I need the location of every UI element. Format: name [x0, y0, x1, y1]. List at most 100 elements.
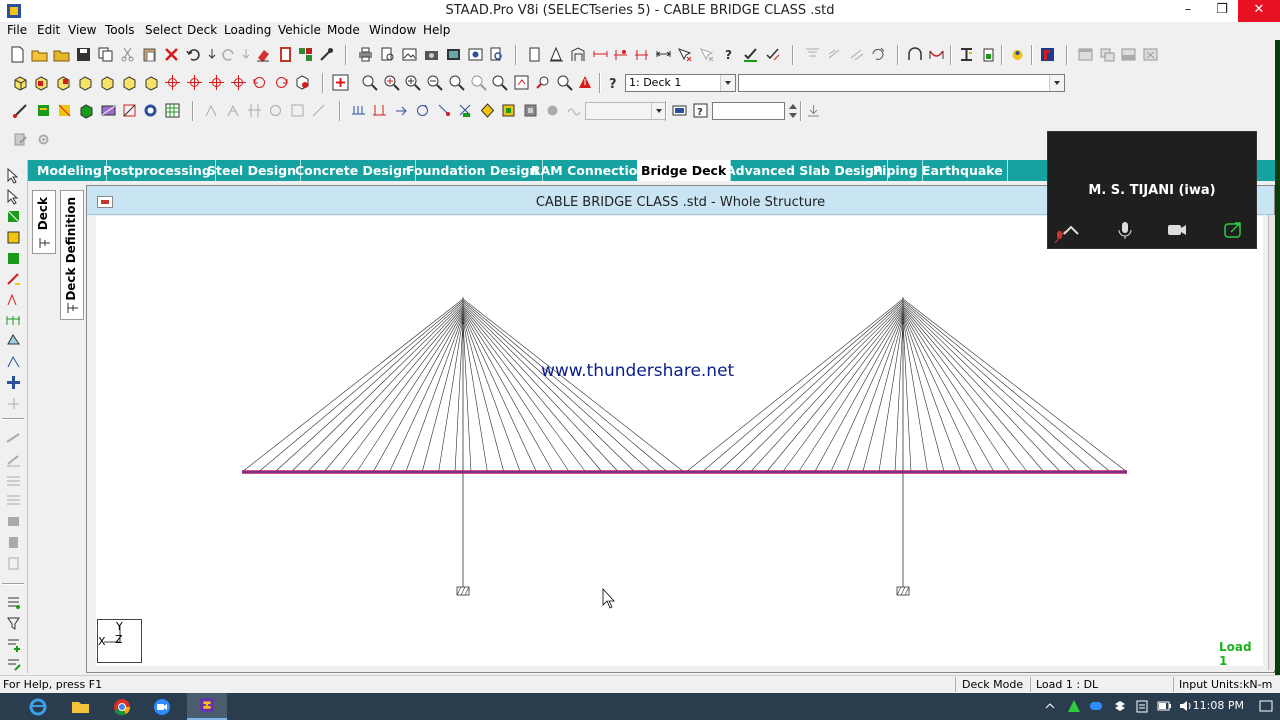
distance-icon[interactable] — [655, 46, 672, 63]
tab-foundation-design[interactable]: Foundation Design — [402, 160, 544, 181]
load-filter-icon[interactable] — [5, 615, 22, 632]
window-cascade-icon[interactable] — [1099, 46, 1116, 63]
menu-view[interactable]: View — [68, 23, 96, 37]
beam-dimension-icon[interactable] — [633, 46, 650, 63]
beam-loads-icon[interactable] — [350, 102, 367, 119]
microphone-icon[interactable] — [1114, 220, 1136, 240]
wizard-user-icon[interactable] — [1009, 46, 1026, 63]
open-folder-icon[interactable] — [31, 46, 48, 63]
internet-explorer-icon[interactable] — [18, 693, 58, 720]
zoom-out-icon[interactable] — [426, 74, 443, 91]
view-bottom-icon[interactable] — [143, 74, 160, 91]
copy-icon[interactable] — [97, 46, 114, 63]
numeric-input-field[interactable] — [712, 102, 785, 120]
tab-earthquake[interactable]: Earthquake — [918, 160, 1008, 181]
add-support-icon[interactable] — [5, 374, 22, 391]
report-results-icon[interactable] — [5, 555, 22, 572]
share-screen-icon[interactable] — [1222, 220, 1244, 240]
translational-repeat-icon[interactable] — [5, 291, 22, 308]
node-cursor-icon[interactable] — [5, 167, 22, 184]
structure-wizard-icon[interactable] — [297, 46, 314, 63]
dynamic-rotate-icon[interactable] — [294, 74, 311, 91]
menu-help[interactable]: Help — [423, 23, 450, 37]
tray-expand-icon[interactable] — [1044, 698, 1056, 714]
vtab-deck[interactable]: Deck — [32, 190, 56, 254]
display-whole-structure-icon[interactable] — [332, 74, 349, 91]
cut-icon[interactable] — [119, 46, 136, 63]
vtab-deck-definition[interactable]: Deck Definition — [60, 190, 84, 320]
solid-cursor-icon[interactable] — [5, 229, 22, 246]
surface-cursor-icon[interactable] — [5, 250, 22, 267]
help-cursor-icon[interactable]: ? — [605, 74, 622, 91]
staad-foundation-icon[interactable] — [1039, 46, 1056, 63]
diamond-loads-icon[interactable] — [479, 102, 496, 119]
minimize-button[interactable]: – — [1171, 0, 1205, 22]
report-icon[interactable] — [277, 46, 294, 63]
select-nodes-icon[interactable] — [12, 102, 29, 119]
symbols-icon[interactable] — [548, 46, 565, 63]
right-scrollbar[interactable] — [1268, 215, 1275, 670]
snap-line-icon[interactable] — [310, 102, 327, 119]
eraser-icon[interactable] — [255, 46, 272, 63]
tray-clipboard-icon[interactable] — [1134, 698, 1150, 714]
move-icon[interactable] — [5, 395, 22, 412]
align-bottom-icon[interactable] — [848, 46, 865, 63]
menu-window[interactable]: Window — [369, 23, 416, 37]
deck-select-dropdown[interactable]: 1: Deck 1 — [625, 74, 736, 92]
report-setup-icon[interactable] — [467, 46, 484, 63]
stress-icon[interactable] — [5, 492, 22, 509]
tab-postprocessing[interactable]: Postprocessing — [99, 160, 216, 181]
menu-edit[interactable]: Edit — [37, 23, 60, 37]
print-preview-icon[interactable] — [379, 46, 396, 63]
geometry-cursor-icon[interactable] — [5, 270, 22, 287]
cable-icon[interactable] — [928, 46, 945, 63]
add-surface-icon[interactable] — [5, 353, 22, 370]
select-surfaces-icon[interactable] — [100, 102, 117, 119]
tray-zoom-icon[interactable] — [1088, 698, 1104, 714]
load-list-icon[interactable] — [5, 594, 22, 611]
load-envelope-icon[interactable] — [457, 102, 474, 119]
staad-pro-taskbar-icon[interactable] — [187, 693, 227, 720]
notifications-icon[interactable] — [1258, 698, 1274, 714]
tab-advanced-slab-design[interactable]: Advanced Slab Design — [722, 160, 888, 181]
chevron-down-icon[interactable] — [720, 75, 735, 91]
preview-report-icon[interactable] — [488, 46, 505, 63]
reaction-icon[interactable] — [5, 513, 22, 530]
rotate-up-icon[interactable] — [164, 74, 181, 91]
image-icon[interactable] — [445, 46, 462, 63]
print-icon[interactable] — [357, 46, 374, 63]
plate-cursor-icon[interactable] — [5, 208, 22, 225]
window-close-all-icon[interactable] — [1142, 46, 1159, 63]
moment-loads-icon[interactable] — [393, 102, 410, 119]
view-left-icon[interactable] — [77, 74, 94, 91]
download-icon[interactable] — [805, 102, 822, 119]
tray-volume-icon[interactable] — [1178, 698, 1194, 714]
zoom-extent-icon[interactable] — [470, 74, 487, 91]
window-arrange-icon[interactable] — [1120, 46, 1137, 63]
value-icon[interactable]: ? — [692, 102, 709, 119]
align-middle-icon[interactable] — [826, 46, 843, 63]
snap-circle-icon[interactable] — [267, 102, 284, 119]
load-edit-icon[interactable] — [5, 656, 22, 673]
menu-tools[interactable]: Tools — [105, 23, 135, 37]
node-dimension-icon[interactable] — [612, 46, 629, 63]
save-icon[interactable] — [75, 46, 92, 63]
select-grid-icon[interactable] — [164, 102, 181, 119]
settings-gear-icon[interactable] — [35, 131, 52, 148]
query-beam-icon[interactable] — [698, 46, 715, 63]
area-loads-icon[interactable] — [500, 102, 517, 119]
chevron-up-icon[interactable] — [1060, 220, 1082, 240]
menu-file[interactable]: File — [7, 23, 27, 37]
battery-icon[interactable] — [980, 46, 997, 63]
camera-icon[interactable] — [423, 46, 440, 63]
view-right-icon[interactable] — [99, 74, 116, 91]
spin-buttons-icon[interactable] — [787, 101, 799, 121]
file-explorer-icon[interactable] — [60, 693, 100, 720]
secondary-select-dropdown[interactable] — [738, 74, 1065, 92]
view-back-icon[interactable] — [55, 74, 72, 91]
tray-dropbox-icon[interactable] — [1112, 698, 1128, 714]
zoom-window-icon[interactable] — [361, 74, 378, 91]
rotate-down-icon[interactable] — [186, 74, 203, 91]
snap-grid-icon[interactable] — [246, 102, 263, 119]
chrome-icon[interactable] — [102, 693, 142, 720]
